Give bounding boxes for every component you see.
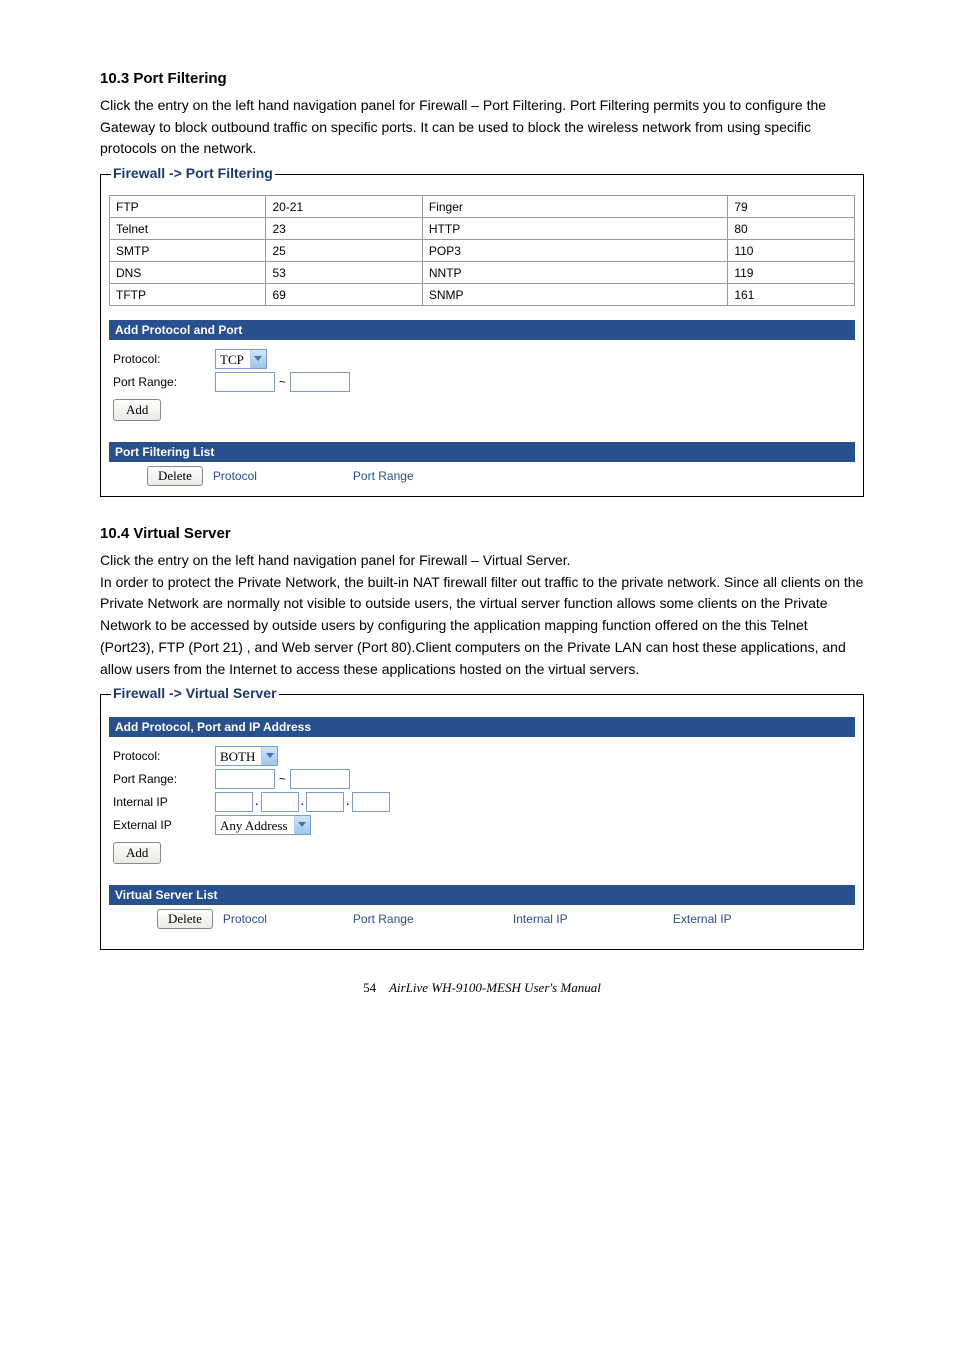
bar-port-filtering-list: Port Filtering List — [109, 442, 855, 462]
bar-add-protocol-port-ip: Add Protocol, Port and IP Address — [109, 717, 855, 737]
table-cell: DNS — [110, 262, 266, 284]
vs-port-range-start-input[interactable] — [215, 769, 275, 789]
table-row: TFTP69SNMP161 — [110, 284, 855, 306]
internal-ip-inputs: . . . — [215, 792, 390, 812]
heading-port-filtering: 10.3 Port Filtering — [100, 70, 864, 87]
bar-virtual-server-list: Virtual Server List — [109, 885, 855, 905]
paragraph-port-filtering: Click the entry on the left hand navigat… — [100, 95, 864, 160]
table-cell: 110 — [728, 240, 855, 262]
chevron-down-icon — [294, 816, 310, 834]
external-ip-select[interactable]: Any Address — [215, 815, 311, 835]
table-cell: SNMP — [422, 284, 727, 306]
add-button[interactable]: Add — [113, 399, 161, 421]
table-cell: TFTP — [110, 284, 266, 306]
table-cell: Finger — [422, 196, 727, 218]
table-row: DNS53NNTP119 — [110, 262, 855, 284]
port-reference-table: FTP20-21Finger79Telnet23HTTP80SMTP25POP3… — [109, 195, 855, 306]
table-cell: 20-21 — [266, 196, 422, 218]
vs-port-range-end-input[interactable] — [290, 769, 350, 789]
table-cell: 25 — [266, 240, 422, 262]
vs-delete-button[interactable]: Delete — [157, 909, 213, 929]
external-ip-label: External IP — [113, 818, 215, 832]
panel-port-filtering: Firewall -> Port Filtering FTP20-21Finge… — [100, 174, 864, 497]
vs-col-port-range: Port Range — [353, 912, 483, 926]
vs-col-protocol: Protocol — [223, 912, 303, 926]
vs-protocol-select-value: BOTH — [216, 747, 261, 765]
tilde-separator: ~ — [279, 375, 286, 389]
vs-col-internal-ip: Internal IP — [513, 912, 633, 926]
bar-add-protocol-port: Add Protocol and Port — [109, 320, 855, 340]
vs-protocol-select[interactable]: BOTH — [215, 746, 278, 766]
table-cell: 53 — [266, 262, 422, 284]
table-cell: 69 — [266, 284, 422, 306]
chevron-down-icon — [261, 747, 277, 765]
port-range-start-input[interactable] — [215, 372, 275, 392]
table-cell: POP3 — [422, 240, 727, 262]
col-protocol: Protocol — [213, 469, 283, 483]
panel-virtual-server: Firewall -> Virtual Server Add Protocol,… — [100, 694, 864, 950]
vs-col-external-ip: External IP — [673, 912, 732, 926]
panel-title-port-filtering: Firewall -> Port Filtering — [111, 165, 275, 181]
table-cell: 79 — [728, 196, 855, 218]
vs-protocol-label: Protocol: — [113, 749, 215, 763]
delete-button[interactable]: Delete — [147, 466, 203, 486]
protocol-select-value: TCP — [216, 350, 250, 368]
table-cell: 161 — [728, 284, 855, 306]
table-row: FTP20-21Finger79 — [110, 196, 855, 218]
internal-ip-octet-3[interactable] — [306, 792, 344, 812]
internal-ip-octet-2[interactable] — [261, 792, 299, 812]
internal-ip-octet-4[interactable] — [352, 792, 390, 812]
paragraph-virtual-server: Click the entry on the left hand navigat… — [100, 550, 864, 680]
table-cell: 80 — [728, 218, 855, 240]
table-cell: 23 — [266, 218, 422, 240]
page-number: 54 — [363, 980, 376, 995]
table-cell: 119 — [728, 262, 855, 284]
port-range-end-input[interactable] — [290, 372, 350, 392]
heading-virtual-server: 10.4 Virtual Server — [100, 525, 864, 542]
table-row: Telnet23HTTP80 — [110, 218, 855, 240]
page-footer: 54 AirLive WH-9100-MESH User's Manual — [100, 980, 864, 996]
table-cell: FTP — [110, 196, 266, 218]
vs-port-range-label: Port Range: — [113, 772, 215, 786]
port-range-label: Port Range: — [113, 375, 215, 389]
vs-add-button[interactable]: Add — [113, 842, 161, 864]
panel-title-virtual-server: Firewall -> Virtual Server — [111, 685, 279, 701]
footer-doc-title: AirLive WH-9100-MESH User's Manual — [389, 980, 601, 995]
protocol-label: Protocol: — [113, 352, 215, 366]
col-port-range: Port Range — [353, 469, 414, 483]
table-cell: HTTP — [422, 218, 727, 240]
table-cell: Telnet — [110, 218, 266, 240]
table-row: SMTP25POP3110 — [110, 240, 855, 262]
internal-ip-octet-1[interactable] — [215, 792, 253, 812]
table-cell: SMTP — [110, 240, 266, 262]
chevron-down-icon — [250, 350, 266, 368]
tilde-separator: ~ — [279, 772, 286, 786]
table-cell: NNTP — [422, 262, 727, 284]
internal-ip-label: Internal IP — [113, 795, 215, 809]
external-ip-select-value: Any Address — [216, 816, 294, 834]
protocol-select[interactable]: TCP — [215, 349, 267, 369]
